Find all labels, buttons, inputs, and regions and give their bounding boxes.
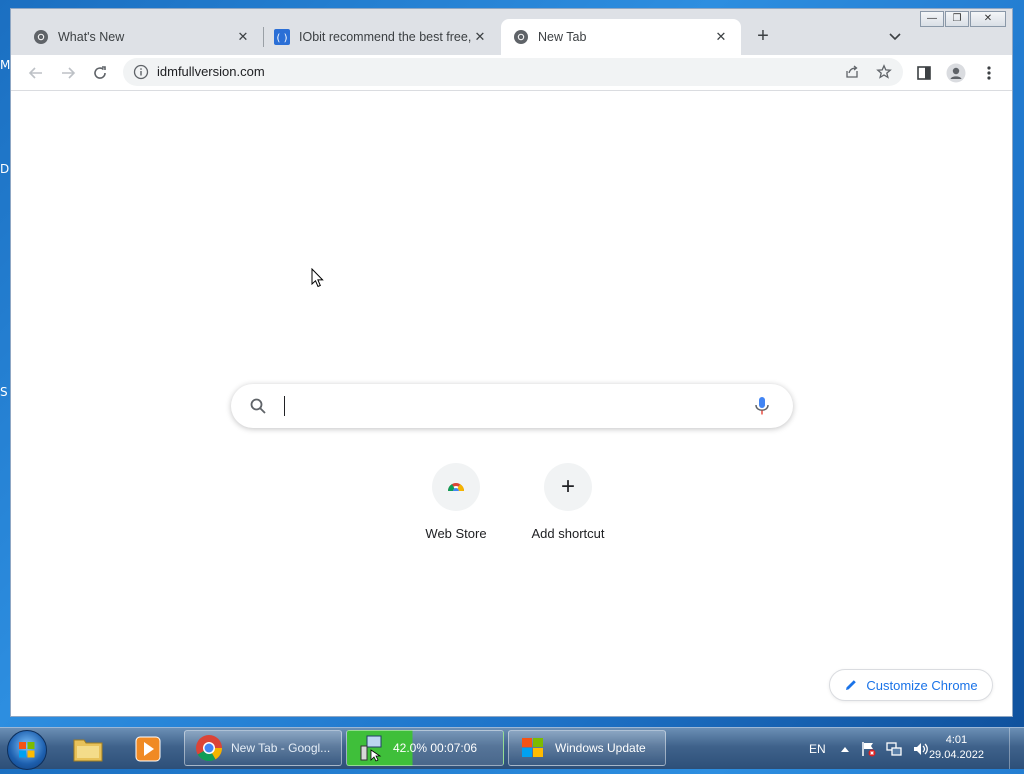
media-player-icon — [135, 736, 161, 762]
task-label: 42.0% 00:07:06 — [393, 741, 478, 755]
pencil-icon — [846, 680, 857, 690]
arrow-right-icon — [62, 67, 76, 79]
system-tray — [840, 728, 930, 769]
address-bar[interactable]: idmfullversion.com — [123, 58, 903, 86]
text-caret — [284, 396, 285, 416]
clock-date: 29.04.2022 — [928, 749, 984, 761]
menu-button[interactable] — [977, 61, 1001, 85]
network-icon[interactable] — [886, 741, 902, 757]
svg-text:( ): ( ) — [277, 33, 288, 44]
tab-close-icon[interactable]: ✕ — [472, 29, 488, 45]
new-tab-page: Web Store + Add shortcut Customize Chrom… — [11, 91, 1012, 716]
desktop-icon-label: D — [0, 162, 10, 176]
shortcut-label: Web Store — [425, 526, 487, 541]
chrome-icon — [196, 735, 223, 762]
chrome-web-store-icon — [448, 483, 464, 491]
chrome-window: What's New ✕ ( ) IObit recommend the bes… — [10, 8, 1013, 717]
side-panel-icon — [917, 66, 931, 80]
taskbar-task-download[interactable]: 42.0% 00:07:06 — [346, 730, 504, 766]
speaker-icon[interactable] — [912, 741, 930, 757]
reload-icon — [94, 66, 106, 79]
shortcut-label: Add shortcut — [531, 526, 605, 541]
customize-label: Customize Chrome — [866, 677, 978, 693]
mouse-cursor-icon — [311, 268, 324, 288]
chevron-down-icon — [889, 33, 901, 41]
taskbar-task-windows-update[interactable]: Windows Update — [508, 730, 666, 766]
tab-new-tab[interactable]: New Tab ✕ — [501, 19, 741, 55]
back-button[interactable] — [24, 61, 48, 85]
close-window-button[interactable]: ✕ — [970, 11, 1006, 27]
side-panel-button[interactable] — [912, 61, 936, 85]
tab-title: New Tab — [538, 30, 587, 44]
shortcut-add[interactable]: + Add shortcut — [512, 463, 624, 541]
tab-search-button[interactable] — [885, 25, 905, 49]
taskbar-task-chrome[interactable]: New Tab - Googl... — [184, 730, 342, 766]
info-icon[interactable] — [133, 64, 149, 80]
share-icon[interactable] — [844, 64, 860, 80]
iobit-icon: ( ) — [274, 29, 290, 45]
toolbar: idmfullversion.com — [11, 55, 1012, 91]
folder-icon — [73, 739, 103, 762]
chrome-icon — [34, 30, 48, 44]
microphone-icon[interactable] — [753, 396, 771, 416]
reload-button[interactable] — [88, 61, 112, 85]
clock-time: 4:01 — [945, 734, 968, 746]
clock[interactable]: 4:01 29.04.2022 — [929, 733, 984, 763]
new-tab-button[interactable]: + — [751, 25, 775, 49]
avatar-icon — [946, 63, 966, 83]
shortcut-tile[interactable] — [432, 463, 480, 511]
kebab-menu-icon — [987, 66, 991, 80]
profile-button[interactable] — [944, 61, 968, 85]
windows-logo-icon — [19, 742, 35, 758]
desktop-icon-label: S — [0, 385, 8, 399]
task-label: New Tab - Googl... — [231, 741, 331, 755]
tab-close-icon[interactable]: ✕ — [713, 29, 729, 45]
star-icon[interactable] — [876, 64, 892, 80]
language-indicator[interactable]: EN — [809, 728, 826, 769]
taskbar: New Tab - Googl... 42.0% 00:07:06 Window… — [0, 727, 1024, 770]
tab-iobit[interactable]: ( ) IObit recommend the best free, t ✕ — [264, 19, 500, 55]
download-manager-icon — [360, 735, 382, 762]
taskbar-explorer[interactable] — [68, 732, 108, 766]
arrow-left-icon — [28, 67, 42, 79]
tab-whats-new[interactable]: What's New ✕ — [11, 19, 263, 55]
search-icon — [250, 398, 266, 414]
customize-chrome-button[interactable]: Customize Chrome — [829, 669, 993, 701]
url-text: idmfullversion.com — [157, 64, 265, 79]
taskbar-media-player[interactable] — [128, 732, 168, 766]
task-label: Windows Update — [555, 741, 646, 755]
tab-title: IObit recommend the best free, t — [299, 30, 472, 44]
chevron-up-icon[interactable] — [840, 745, 850, 753]
window-controls: — ❐ ✕ — [920, 11, 1006, 27]
tab-strip: What's New ✕ ( ) IObit recommend the bes… — [11, 9, 1012, 55]
windows-update-icon — [522, 738, 543, 757]
shortcut-tile[interactable]: + — [544, 463, 592, 511]
chrome-icon — [514, 30, 528, 44]
search-input[interactable] — [287, 394, 731, 420]
shortcut-web-store[interactable]: Web Store — [400, 463, 512, 541]
start-button[interactable] — [7, 730, 47, 770]
action-center-flag-icon[interactable] — [860, 741, 876, 757]
search-box[interactable] — [231, 384, 793, 428]
show-desktop-button[interactable] — [1009, 728, 1024, 769]
tab-close-icon[interactable]: ✕ — [235, 29, 251, 45]
desktop-icon-label: M — [0, 58, 11, 72]
tab-title: What's New — [58, 30, 125, 44]
restore-button[interactable]: ❐ — [945, 11, 969, 27]
forward-button[interactable] — [56, 61, 80, 85]
minimize-button[interactable]: — — [920, 11, 944, 27]
plus-icon: + — [560, 473, 575, 500]
